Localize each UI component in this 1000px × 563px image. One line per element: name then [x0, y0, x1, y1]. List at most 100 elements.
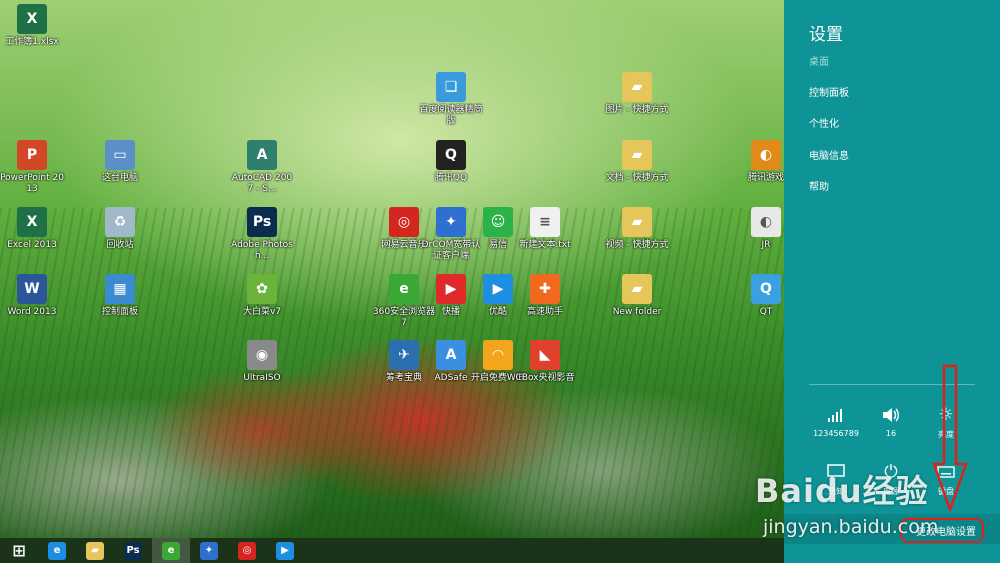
desktop-icon-label: 新建文本.txt: [519, 240, 571, 250]
taskbar-button[interactable]: ▰: [76, 538, 114, 563]
powerpoint-icon: P: [17, 140, 47, 170]
desktop-icon-label: 大白菜v7: [242, 307, 282, 317]
settings-link-pc-info[interactable]: 电脑信息: [809, 147, 849, 162]
desktop-icon-label: 图片 - 快捷方式: [605, 105, 669, 115]
folder-shortcut-icon: ▰: [622, 72, 652, 102]
desktop-icon[interactable]: ▭ 这台电脑: [88, 140, 152, 184]
start-icon: ⊞: [12, 541, 26, 560]
desktop-icon-label: Word 2013: [7, 307, 57, 317]
cbox-icon: ◣: [530, 340, 560, 370]
desktop-icon[interactable]: ✿ 大白菜v7: [230, 274, 294, 318]
taskbar: ⊞ e ▰ Ps e ✦ ◎ ▶: [0, 538, 784, 563]
desktop-icon-label: Excel 2013: [7, 240, 57, 250]
photoshop-icon: Ps: [124, 541, 142, 560]
youku-icon: ▶: [276, 541, 294, 560]
network-button[interactable]: 123456789: [806, 404, 866, 438]
desktop-icon-label: 控制面板: [101, 307, 138, 317]
word-icon: W: [17, 274, 47, 304]
desktop-icon[interactable]: Q QT: [748, 274, 784, 318]
taskbar-button[interactable]: Ps: [114, 538, 152, 563]
desktop-icon[interactable]: ▰ 图片 - 快捷方式: [605, 72, 669, 116]
taskbar-button[interactable]: e: [152, 538, 190, 563]
qt-icon: Q: [751, 274, 781, 304]
youku-icon: ▶: [483, 274, 513, 304]
desktop-icon-label: 腾讯QQ: [434, 173, 468, 183]
watermark-brand: Baidu经验: [755, 472, 929, 510]
desktop-icon[interactable]: ▦ 控制面板: [88, 274, 152, 318]
taskbar-button[interactable]: ◎: [228, 538, 266, 563]
desktop-icon[interactable]: ≡ 新建文本.txt: [513, 207, 577, 251]
drcom-icon: ✦: [436, 207, 466, 237]
file-explorer-icon: ▰: [86, 541, 104, 560]
desktop-icon[interactable]: ◣ CBox央视影音: [513, 340, 577, 384]
taskbar-button[interactable]: ✦: [190, 538, 228, 563]
desktop-icon[interactable]: W Word 2013: [0, 274, 64, 318]
desktop-icon-label: CBox央视影音: [515, 373, 575, 383]
desktop-icon-label: 视频 - 快捷方式: [605, 240, 669, 250]
desktop-icon[interactable]: P PowerPoint 2013: [0, 140, 64, 195]
autocad-icon: A: [247, 140, 277, 170]
yixin-icon: ☺: [483, 207, 513, 237]
desktop-icon[interactable]: Ps Adobe Photosh...: [230, 207, 294, 262]
folder-shortcut-icon: ▰: [622, 140, 652, 170]
desktop-icon[interactable]: X 工作簿1.xlsx: [0, 4, 64, 48]
desktop-icon[interactable]: X Excel 2013: [0, 207, 64, 251]
exam-icon: ✈: [389, 340, 419, 370]
taskbar-button[interactable]: e: [38, 538, 76, 563]
desktop-icon[interactable]: ♻ 回收站: [88, 207, 152, 251]
computer-icon: ▭: [105, 140, 135, 170]
desktop-icon[interactable]: Q 腾讯QQ: [419, 140, 483, 184]
volume-button[interactable]: 16: [861, 404, 921, 438]
desktop-icon-label: 腾讯游戏: [748, 173, 784, 183]
desktop-icon-label: 高速助手: [526, 307, 563, 317]
desktop-icon[interactable]: ◉ UltraISO: [230, 340, 294, 384]
recycle-bin-icon: ♻: [105, 207, 135, 237]
desktop-icon[interactable]: ▰ 视频 - 快捷方式: [605, 207, 669, 251]
desktop-icon[interactable]: ▰ 文档 - 快捷方式: [605, 140, 669, 184]
excel-file-icon: X: [17, 4, 47, 34]
speed-helper-icon: ✚: [530, 274, 560, 304]
desktop-icon[interactable]: ❏ 百度阅读器精简版: [419, 72, 483, 127]
network-label: 123456789: [813, 429, 859, 438]
folder-shortcut-icon: ▰: [622, 207, 652, 237]
settings-link-control-panel[interactable]: 控制面板: [809, 84, 849, 99]
desktop-icon-label: Adobe Photosh...: [231, 240, 293, 261]
settings-link-personalize[interactable]: 个性化: [809, 115, 839, 130]
netease-music-icon: ◎: [238, 541, 256, 560]
annotation-arrow: [932, 364, 968, 512]
desktop-icon-label: 回收站: [106, 240, 134, 250]
volume-label: 16: [885, 429, 897, 438]
desktop-icon-label: New folder: [612, 307, 662, 317]
folder-icon: ▰: [622, 274, 652, 304]
desktop-icon-label: 工作簿1.xlsx: [5, 37, 59, 47]
desktop-icon[interactable]: A AutoCAD 2007 - S...: [230, 140, 294, 195]
desktop-icon[interactable]: ▰ New folder: [605, 274, 669, 318]
desktop-icon-label: 百度阅读器精简版: [419, 105, 483, 126]
control-panel-icon: ▦: [105, 274, 135, 304]
photoshop-icon: Ps: [247, 207, 277, 237]
watermark-url: jingyan.baidu.com: [763, 516, 939, 538]
360-browser-icon: e: [389, 274, 419, 304]
desktop-icon[interactable]: ◐ 腾讯游戏: [748, 140, 784, 184]
network-icon: [806, 404, 866, 426]
dabaicai-icon: ✿: [247, 274, 277, 304]
taskbar-button[interactable]: ▶: [266, 538, 304, 563]
desktop-icon-label: JR: [761, 240, 771, 250]
adsafe-icon: A: [436, 340, 466, 370]
desktop-icon[interactable]: ✚ 高速助手: [513, 274, 577, 318]
desktop-icon[interactable]: ◐ JR: [748, 207, 784, 251]
qq-icon: Q: [436, 140, 466, 170]
qvod-icon: ▶: [436, 274, 466, 304]
desktop-icon-label: UltraISO: [243, 373, 281, 383]
jr-icon: ◐: [751, 207, 781, 237]
tencent-games-icon: ◐: [751, 140, 781, 170]
desktop-icon-label: 这台电脑: [101, 173, 138, 183]
desktop: X 工作簿1.xlsx P PowerPoint 2013 X Excel 2013 W Wo…: [0, 0, 784, 538]
desktop-icon-label: AutoCAD 2007 - S...: [231, 173, 293, 194]
360-browser-icon: e: [162, 541, 180, 560]
taskbar-button[interactable]: ⊞: [0, 538, 38, 563]
baidu-reader-icon: ❏: [436, 72, 466, 102]
desktop-icon-label: 文档 - 快捷方式: [605, 173, 669, 183]
settings-link-help[interactable]: 帮助: [809, 178, 829, 193]
excel-icon: X: [17, 207, 47, 237]
